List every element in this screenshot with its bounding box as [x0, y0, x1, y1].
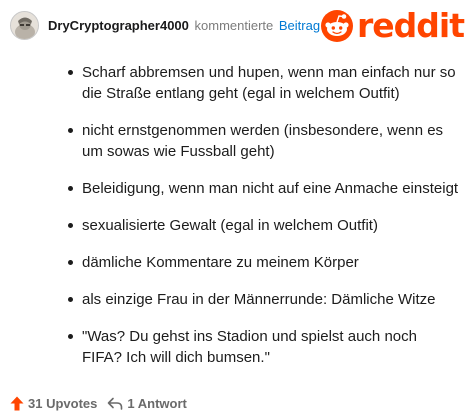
bullet-dot-icon — [68, 223, 73, 228]
bullet-dot-icon — [68, 297, 73, 302]
list-item-text: Beleidigung, wenn man nicht auf eine Anm… — [82, 180, 459, 197]
comment-footer: 31 Upvotes 1 Antwort — [10, 392, 187, 413]
list-item: Beleidigung, wenn man nicht auf eine Anm… — [65, 178, 460, 199]
avatar[interactable] — [10, 11, 39, 40]
action-text: kommentierte — [194, 18, 274, 33]
list-item: Scharf abbremsen und hupen, wenn man ein… — [65, 62, 460, 104]
list-item-text: Scharf abbremsen und hupen, wenn man ein… — [82, 64, 456, 102]
list-item-text: "Was? Du gehst ins Stadion und spielst a… — [82, 328, 417, 366]
list-item-text: dämliche Kommentare zu meinem Körper — [82, 254, 359, 271]
reddit-snoo-icon — [321, 10, 353, 42]
list-item: als einzige Frau in der Männerrunde: Däm… — [65, 289, 460, 310]
list-item: nicht ernstgenommen werden (insbesondere… — [65, 120, 460, 162]
list-item-text: nicht ernstgenommen werden (insbesondere… — [82, 122, 444, 160]
bullet-dot-icon — [68, 70, 73, 75]
list-item: "Was? Du gehst ins Stadion und spielst a… — [65, 326, 460, 368]
bullet-dot-icon — [68, 260, 73, 265]
list-item: sexualisierte Gewalt (egal in welchem Ou… — [65, 215, 460, 236]
comment-body: Scharf abbremsen und hupen, wenn man ein… — [65, 62, 460, 368]
list-item-text: als einzige Frau in der Männerrunde: Däm… — [82, 291, 436, 308]
avatar-image — [11, 12, 38, 39]
upvote-arrow-icon — [10, 396, 24, 410]
bullet-dot-icon — [68, 334, 73, 339]
bullet-dot-icon — [68, 128, 73, 133]
comment-meta: DryCryptographer4000 kommentierte Beitra… — [48, 18, 320, 34]
reply-button[interactable]: 1 Antwort — [107, 395, 187, 411]
reply-count: 1 Antwort — [127, 395, 187, 411]
upvote-count: 31 Upvotes — [28, 395, 98, 411]
bullet-dot-icon — [68, 186, 73, 191]
comment-header: DryCryptographer4000 kommentierte Beitra… — [10, 6, 465, 45]
reddit-wordmark: reddit — [357, 6, 465, 45]
reddit-logo: reddit — [321, 6, 465, 45]
upvote-button[interactable]: 31 Upvotes — [10, 396, 97, 411]
list-item: dämliche Kommentare zu meinem Körper — [65, 252, 460, 273]
comment-bullet-list: Scharf abbremsen und hupen, wenn man ein… — [65, 62, 460, 368]
list-item-text: sexualisierte Gewalt (egal in welchem Ou… — [82, 217, 378, 234]
reply-arrow-icon — [108, 397, 123, 410]
username-link[interactable]: DryCryptographer4000 — [48, 18, 189, 33]
post-link[interactable]: Beitrag — [279, 18, 320, 33]
